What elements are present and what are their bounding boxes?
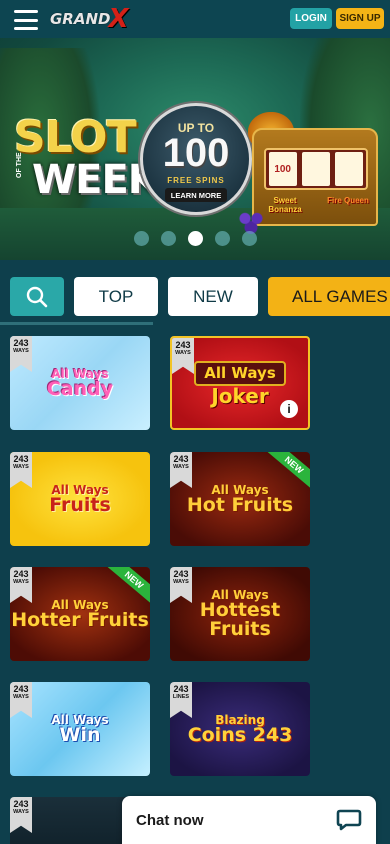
slot-machine-reels: 100 (264, 148, 368, 190)
chat-bubble-icon[interactable] (336, 808, 362, 832)
carousel-dot-4[interactable] (214, 231, 230, 246)
active-tab-underline (0, 322, 153, 325)
info-icon[interactable]: i (280, 400, 298, 418)
free-spins-amount: 100 (162, 131, 230, 175)
free-spins-badge: UP TO 100 FREE SPINS LEARN MORE (140, 103, 252, 215)
game-tile-all-ways-hotter-fruits[interactable]: All Ways Hotter Fruits 243 WAYS NEW (10, 567, 150, 661)
machine-game-label-right: Fire Queen (327, 196, 369, 205)
top-bar: GRAND X LOGIN SIGN UP (0, 0, 390, 38)
hamburger-menu-icon[interactable] (14, 10, 38, 30)
reel-3 (335, 152, 364, 186)
signup-button[interactable]: SIGN UP (336, 8, 384, 29)
game-tile-all-ways-hot-fruits[interactable]: All Ways Hot Fruits 243 WAYS NEW (170, 452, 310, 546)
banner-title-of-the: OF THE (16, 152, 23, 178)
tab-all-games[interactable]: ALL GAMES (268, 277, 390, 316)
game-tile-blazing-coins-243[interactable]: Blazing Coins 243 243 LINES (170, 682, 310, 776)
banner-title-slot: SLOT (14, 112, 137, 163)
carousel-dot-1[interactable] (133, 231, 149, 246)
reel-2 (301, 152, 330, 186)
login-button[interactable]: LOGIN (290, 8, 332, 29)
carousel-dot-3[interactable] (187, 231, 203, 246)
carousel-dot-2[interactable] (160, 231, 176, 246)
search-icon (26, 286, 48, 307)
carousel-indicators (0, 231, 390, 247)
chat-widget[interactable]: Chat now (122, 796, 376, 844)
grandx-logo[interactable]: GRAND X (50, 6, 129, 32)
game-tile-all-ways-joker[interactable]: All Ways Joker 243 WAYS i (170, 336, 310, 430)
learn-more-button[interactable]: LEARN MORE (165, 188, 227, 202)
game-tile-all-ways-candy[interactable]: All Ways Candy 243 WAYS (10, 336, 150, 430)
free-spins-label: FREE SPINS (167, 176, 225, 185)
banner-title-week: WEEK (32, 157, 159, 203)
tab-new[interactable]: NEW (168, 277, 258, 316)
game-tile-all-ways-fruits[interactable]: All Ways Fruits 243 WAYS (10, 452, 150, 546)
machine-game-label-left: Sweet Bonanza (268, 196, 302, 214)
game-filter-bar: TOP NEW ALL GAMES (0, 268, 390, 326)
ways-badge: 243 WAYS (10, 797, 32, 833)
tab-top[interactable]: TOP (74, 277, 158, 316)
game-tile-all-ways-win[interactable]: All Ways Win 243 WAYS (10, 682, 150, 776)
slot-machine-illustration: 100 Sweet Bonanza Fire Queen (252, 128, 378, 226)
chat-now-label: Chat now (136, 812, 204, 829)
promo-banner[interactable]: SLOT OF THE WEEK UP TO 100 FREE SPINS LE… (0, 38, 390, 260)
game-tile-all-ways-hottest-fruits[interactable]: All Ways Hottest Fruits 243 WAYS (170, 567, 310, 661)
search-button[interactable] (10, 277, 64, 316)
carousel-dot-5[interactable] (241, 231, 257, 246)
reel-1: 100 (268, 152, 297, 186)
